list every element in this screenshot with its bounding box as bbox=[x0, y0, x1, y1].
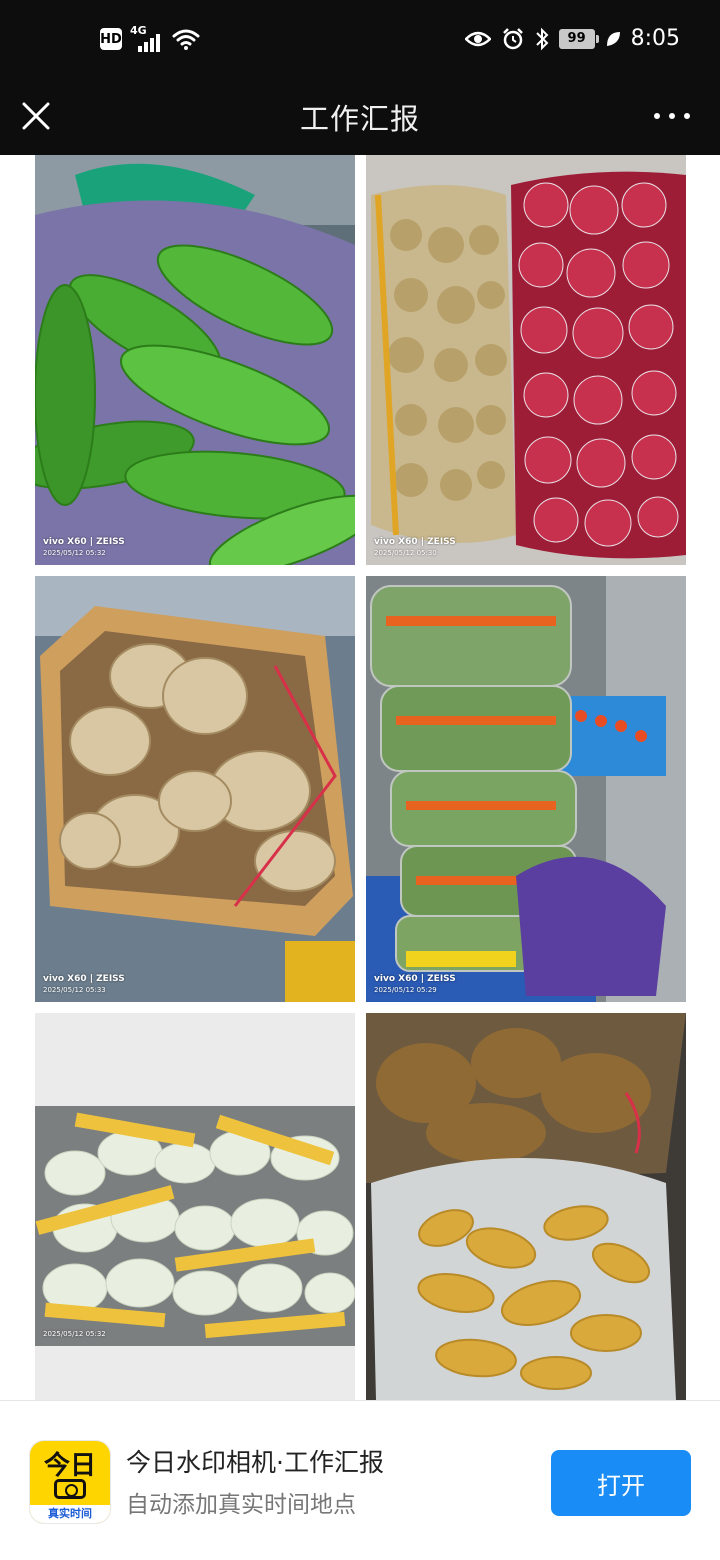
leaf-icon bbox=[606, 31, 620, 46]
photo-bitter-melon[interactable]: vivo X60 | ZEISS 2025/05/12 05:32 bbox=[35, 155, 355, 565]
photo-napa-cabbage[interactable]: 2025/05/12 05:32 bbox=[35, 1013, 355, 1400]
camera-icon bbox=[54, 1479, 86, 1499]
battery-icon: 99 bbox=[558, 28, 599, 49]
status-bar: HD 4G 99 8:05 bbox=[0, 0, 720, 84]
status-time: 8:05 bbox=[630, 26, 680, 51]
watermark-camera-app-icon[interactable]: 今日 真实时间 bbox=[30, 1441, 110, 1523]
hd-voice-icon: HD bbox=[100, 28, 122, 50]
photo-grid[interactable]: vivo X60 | ZEISS 2025/05/12 05:32 vivo X… bbox=[0, 155, 720, 1400]
bluetooth-icon bbox=[535, 27, 549, 50]
cellular-signal-icon: 4G bbox=[130, 24, 164, 52]
photo-jicama-box[interactable]: vivo X60 | ZEISS 2025/05/12 05:33 bbox=[35, 576, 355, 1002]
banner-app-subtitle: 自动添加真实时间地点 bbox=[126, 1492, 356, 1518]
app-download-banner: 今日 真实时间 今日水印相机·工作汇报 自动添加真实时间地点 打开 bbox=[0, 1400, 720, 1560]
photo-watermark: vivo X60 | ZEISS 2025/05/12 05:30 bbox=[374, 537, 456, 557]
more-options-icon[interactable] bbox=[654, 108, 690, 124]
photo-ginger[interactable] bbox=[366, 1013, 686, 1400]
photo-bagged-greens[interactable]: vivo X60 | ZEISS 2025/05/12 05:29 bbox=[366, 576, 686, 1002]
wifi-icon bbox=[172, 29, 200, 50]
alarm-icon bbox=[502, 27, 523, 49]
photo-potatoes-onions[interactable]: vivo X60 | ZEISS 2025/05/12 05:30 bbox=[366, 155, 686, 565]
navigation-bar: 工作汇报 bbox=[0, 84, 720, 155]
photo-watermark: vivo X60 | ZEISS 2025/05/12 05:33 bbox=[43, 974, 125, 994]
page-title: 工作汇报 bbox=[299, 102, 420, 136]
open-app-button[interactable]: 打开 bbox=[551, 1450, 691, 1516]
eye-icon bbox=[464, 31, 491, 46]
photo-watermark: vivo X60 | ZEISS 2025/05/12 05:29 bbox=[374, 974, 456, 994]
banner-app-title: 今日水印相机·工作汇报 bbox=[126, 1448, 384, 1477]
photo-watermark: vivo X60 | ZEISS 2025/05/12 05:32 bbox=[43, 537, 125, 557]
photo-watermark: 2025/05/12 05:32 bbox=[43, 1330, 106, 1338]
